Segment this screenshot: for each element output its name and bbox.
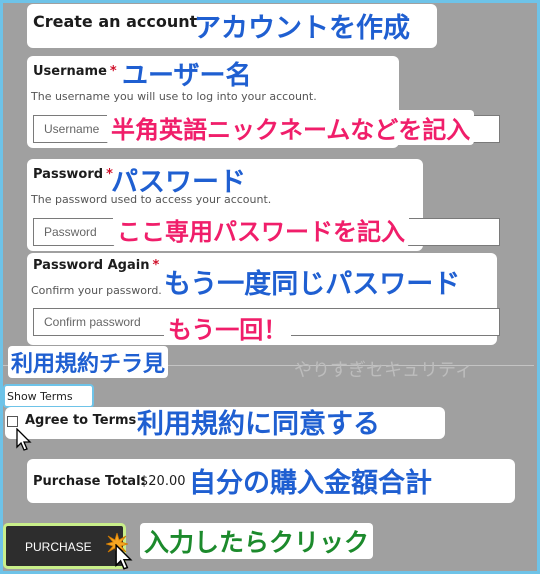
username-hint: The username you will use to log into yo… [31, 90, 317, 103]
agree-card: Agree to Terms 利用規約に同意する [5, 407, 445, 440]
checkbox-icon[interactable] [7, 416, 18, 427]
username-label: Username * [33, 64, 117, 79]
show-terms-button[interactable]: Show Terms [3, 384, 94, 408]
annotation-username-note: 半角英語ニックネームなどを記入 [107, 110, 475, 145]
purchase-total-value: $20.00 [140, 474, 186, 489]
password-again-hint: Confirm your password. [31, 284, 162, 297]
annotation-username: ユーザー名 [122, 61, 252, 91]
annotation-password-again: もう一度同じパスワード [164, 269, 461, 300]
purchase-total-label: Purchase Total: [33, 474, 146, 489]
annotation-purchase: 入力したらクリック [140, 523, 374, 559]
annotation-terms: 利用規約チラ見 [8, 346, 169, 378]
page-title: Create an account [33, 12, 198, 31]
annotation-title: アカウントを作成 [194, 13, 410, 44]
password-again-label: Password Again * [33, 258, 160, 273]
annotation-password-again-note: もう一回！ [164, 310, 292, 345]
annotation-agree: 利用規約に同意する [137, 409, 380, 440]
purchase-total-card: Purchase Total: $20.00 自分の購入金額合計 [27, 459, 515, 503]
purchase-button-label: PURCHASE [25, 540, 92, 554]
show-terms-label: Show Terms [7, 390, 73, 403]
title-card: Create an account アカウントを作成 [27, 4, 437, 48]
password-label: Password * [33, 167, 113, 182]
pointer-cursor-icon [115, 544, 133, 570]
agree-label[interactable]: Agree to Terms [25, 413, 136, 428]
password-hint: The password used to access your account… [31, 193, 272, 206]
annotation-total: 自分の購入金額合計 [189, 468, 432, 499]
pointer-cursor-icon [16, 428, 32, 451]
annotation-security: やりすぎセキュリティ [294, 360, 473, 381]
annotation-password-note: ここ専用パスワードを記入 [113, 212, 409, 247]
